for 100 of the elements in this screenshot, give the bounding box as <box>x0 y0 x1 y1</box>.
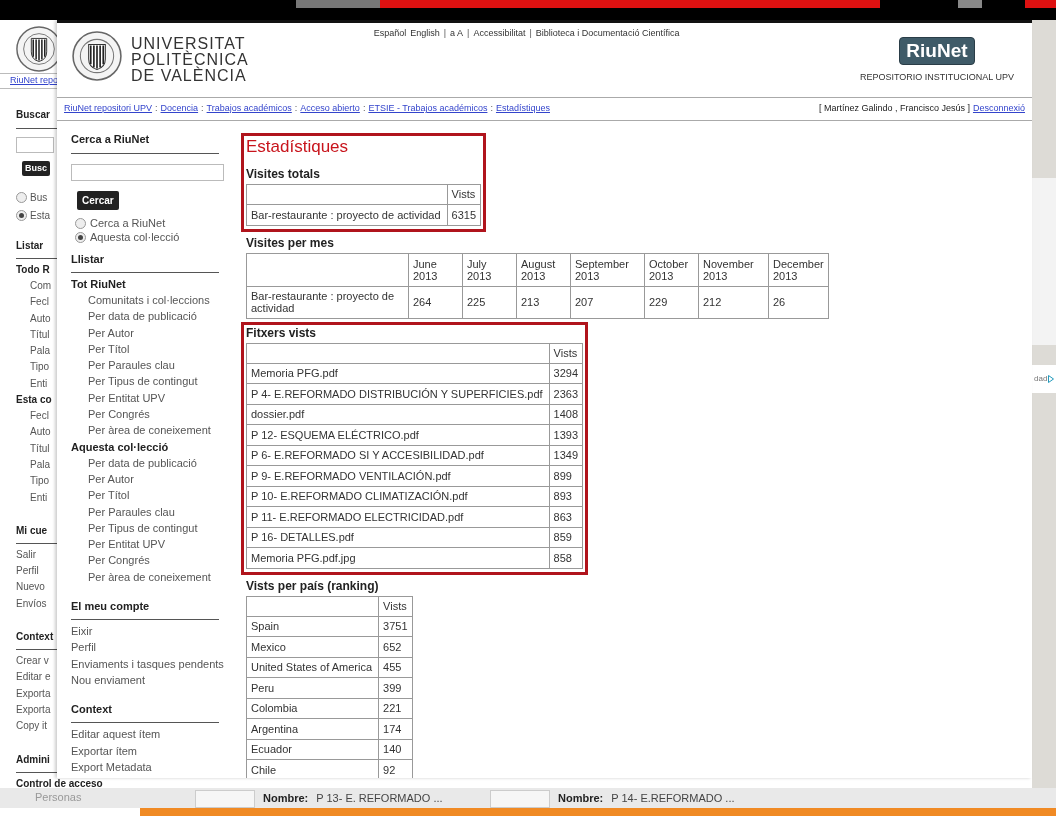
sidebar-link[interactable]: Per Entitat UPV <box>71 536 166 553</box>
link[interactable]: RiuNet repositori UPV <box>64 102 153 116</box>
table-cell: Memoria PFG.pdf.jpg <box>246 547 550 568</box>
sidebar-link[interactable]: Editar aquest ítem <box>71 726 161 743</box>
repository-label: REPOSITORIO INSTITUCIONAL UPV <box>859 71 1014 84</box>
table-cell: P 12- ESQUEMA ELÉCTRICO.pdf <box>246 424 550 445</box>
sidebar-link[interactable]: Eixir <box>71 623 93 640</box>
table-cell: 858 <box>549 547 583 568</box>
table-cell: Ecuador <box>246 739 379 760</box>
sidebar-link[interactable]: Per Congrés <box>71 552 150 569</box>
search-button[interactable]: Busc <box>22 160 50 176</box>
sidebar-link[interactable]: Per Autor <box>71 470 134 488</box>
link[interactable]: ETSIE - Trabajos académicos <box>368 102 488 116</box>
link[interactable]: a A <box>450 27 464 41</box>
column-header: Vists <box>378 596 413 616</box>
link[interactable]: Acceso abierto <box>300 102 360 116</box>
riunet-logo: RiuNet <box>899 37 975 65</box>
sidebar-link[interactable]: Salir <box>16 546 36 564</box>
sidebar-link[interactable]: Títul <box>16 440 50 457</box>
table-cell: 455 <box>378 657 413 678</box>
sidebar-link[interactable]: Per data de publicació <box>71 308 197 325</box>
table-cell: Bar-restaurante : proyecto de actividad <box>246 286 409 318</box>
table-cell: 1393 <box>549 424 583 445</box>
radio-button[interactable] <box>16 210 27 221</box>
table-cell: P 16- DETALLES.pdf <box>246 527 550 548</box>
sidebar-link[interactable]: Per data de publicació <box>71 454 197 471</box>
sidebar-link[interactable]: Crear v <box>16 653 49 670</box>
link[interactable]: Trabajos académicos <box>206 102 292 116</box>
sidebar-link[interactable]: Copy it <box>16 718 48 735</box>
radio-label: Aquesta col·lecció <box>90 229 180 245</box>
table-cell: 221 <box>378 698 413 719</box>
university-name: UNIVERSITAT <box>131 36 246 52</box>
link[interactable]: Biblioteca i Documentació Científica <box>535 27 680 41</box>
sidebar-link[interactable]: Enti <box>16 489 48 506</box>
group-title: Esta co <box>16 393 52 408</box>
sidebar-link[interactable]: Tipo <box>16 473 50 490</box>
search-field[interactable] <box>16 136 54 153</box>
sidebar-link[interactable]: Títul <box>16 326 50 344</box>
radio-button[interactable] <box>16 192 27 203</box>
sidebar-link[interactable]: Per Títol <box>71 340 130 358</box>
link[interactable]: Estadístiques <box>495 102 550 116</box>
sidebar-link[interactable]: Per Paraules clau <box>71 357 175 374</box>
radio-label: Cerca a RiuNet <box>90 215 166 231</box>
sidebar-link[interactable]: Com <box>16 278 52 295</box>
sidebar-link[interactable]: Export Metadata <box>71 758 152 776</box>
table-cell: 863 <box>549 506 583 527</box>
section-heading: El meu compte <box>71 600 150 613</box>
table-cell: Chile <box>246 759 379 778</box>
table-cell: 207 <box>570 286 645 318</box>
sidebar-link[interactable]: Auto <box>16 424 51 441</box>
sidebar-link[interactable]: Per Títol <box>71 487 130 504</box>
column-header: August 2013 <box>516 253 571 286</box>
table-cell: Peru <box>246 677 379 698</box>
sidebar-link[interactable]: Nou enviament <box>71 671 145 689</box>
separator: : <box>155 102 158 116</box>
sidebar-link[interactable]: Envíos <box>16 595 47 613</box>
column-header: December 2013 <box>768 253 829 286</box>
sidebar-link[interactable]: Perfil <box>71 639 97 656</box>
sidebar-link[interactable]: Per Tipus de contingut <box>71 373 198 390</box>
search-field[interactable] <box>71 164 224 181</box>
sidebar-link[interactable]: Per àrea de coneixement <box>71 568 211 586</box>
sidebar-link[interactable]: Pala <box>16 456 50 474</box>
section-heading: Visites per mes <box>246 234 335 251</box>
sidebar-link[interactable]: Per Entitat UPV <box>71 389 166 407</box>
thumbnail-placeholder <box>195 790 255 808</box>
radio-button[interactable] <box>75 217 86 229</box>
radio-button[interactable] <box>75 231 86 243</box>
sidebar-link[interactable]: Comunitats i col·leccions <box>71 292 210 309</box>
sidebar-link[interactable]: Fecl <box>16 294 49 311</box>
sidebar-link[interactable]: Per Autor <box>71 324 134 341</box>
separator: | <box>443 27 447 40</box>
sidebar-link[interactable]: Exporta <box>16 685 51 702</box>
radio-label: Esta <box>30 209 50 223</box>
link[interactable]: Español <box>373 27 407 41</box>
sidebar-link[interactable]: Fecl <box>16 408 49 425</box>
sidebar-link[interactable]: Pala <box>16 343 50 360</box>
sidebar-link[interactable]: Enviaments i tasques pendents <box>71 655 224 672</box>
table-cell: 3751 <box>378 616 413 637</box>
sidebar-link[interactable]: Per Paraules clau <box>71 503 175 520</box>
link[interactable]: English <box>410 27 440 41</box>
sidebar-link[interactable]: Exportar ítem <box>71 742 138 759</box>
sidebar-link[interactable]: Enti <box>16 375 48 393</box>
radio-label: Bus <box>30 191 48 205</box>
sidebar-link[interactable]: Nuevo <box>16 579 45 596</box>
sidebar-link[interactable]: Editar e <box>16 669 51 686</box>
separator: : <box>362 102 366 116</box>
sidebar-link[interactable]: Per àrea de coneixement <box>71 422 211 439</box>
sidebar-link[interactable]: Tipo <box>16 359 50 376</box>
group-title: Todo R <box>16 263 50 277</box>
sidebar-link[interactable]: Auto <box>16 310 51 327</box>
link[interactable]: Docencia <box>160 102 199 116</box>
sidebar-link[interactable]: Exporta <box>16 701 51 719</box>
sidebar-link[interactable]: Per Congrés <box>71 406 150 423</box>
sidebar-link[interactable]: Per Tipus de contingut <box>71 519 198 537</box>
search-button[interactable]: Cercar <box>77 191 119 210</box>
link[interactable]: Accessibilitat <box>473 27 526 41</box>
table-cell: 652 <box>378 636 413 657</box>
table-cell: 264 <box>408 286 463 318</box>
logout-link[interactable]: Desconnexió <box>972 102 1025 116</box>
sidebar-link[interactable]: Perfil <box>16 563 39 580</box>
